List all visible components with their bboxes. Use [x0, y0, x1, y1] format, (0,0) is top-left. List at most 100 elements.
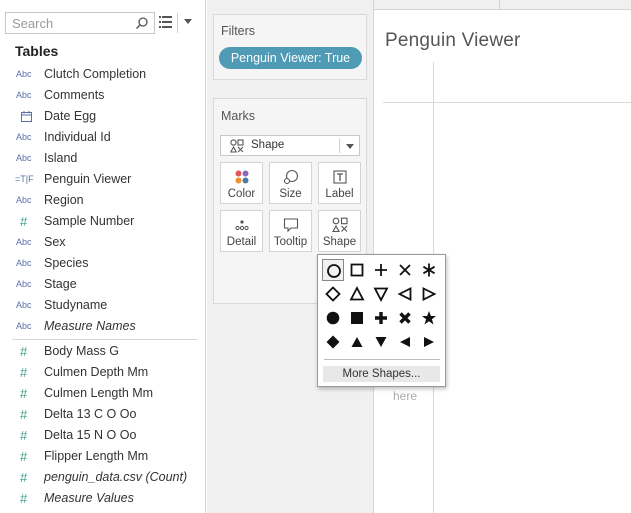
- field-item[interactable]: # Sample Number: [0, 211, 206, 232]
- field-item[interactable]: # Delta 15 N O Oo: [0, 425, 206, 446]
- string-type-icon: Abc: [16, 237, 32, 247]
- list-view-icon[interactable]: [159, 16, 172, 28]
- number-type-icon: #: [20, 407, 28, 422]
- tooltip-label: Tooltip: [273, 236, 308, 248]
- detail-icon: [235, 220, 249, 231]
- field-name: Individual Id: [44, 130, 111, 144]
- string-type-icon: Abc: [16, 69, 32, 79]
- shape-circle-filled-icon[interactable]: [322, 307, 344, 329]
- shape-triangle-right-outline-icon[interactable]: [418, 283, 440, 305]
- shape-plus-icon[interactable]: [370, 259, 392, 281]
- shape-cross-filled-icon[interactable]: [394, 307, 416, 329]
- field-item[interactable]: Abc Island: [0, 148, 206, 169]
- field-item[interactable]: Date Egg: [0, 106, 206, 127]
- filter-pill[interactable]: Penguin Viewer: True: [219, 47, 362, 69]
- sheet-title[interactable]: Penguin Viewer: [385, 30, 521, 52]
- field-name: Delta 13 C O Oo: [44, 407, 137, 421]
- field-name: Measure Names: [44, 319, 136, 333]
- search-icon[interactable]: [135, 16, 149, 30]
- search-input[interactable]: [6, 13, 126, 33]
- measures-divider: [12, 339, 198, 340]
- field-item[interactable]: # Flipper Length Mm: [0, 446, 206, 467]
- field-name: Date Egg: [44, 109, 97, 123]
- shape-diamond-outline-icon[interactable]: [322, 283, 344, 305]
- field-item[interactable]: # Delta 13 C O Oo: [0, 404, 206, 425]
- color-button[interactable]: Color: [220, 162, 263, 204]
- color-label: Color: [227, 188, 256, 200]
- shape-triangle-right-filled-icon[interactable]: [418, 331, 440, 353]
- size-label: Size: [279, 188, 302, 200]
- search-box[interactable]: [5, 12, 155, 34]
- mark-type-dropdown[interactable]: Shape: [220, 135, 360, 156]
- field-item[interactable]: Abc Region: [0, 190, 206, 211]
- shape-triangle-down-outline-icon[interactable]: [370, 283, 392, 305]
- string-type-icon: Abc: [16, 132, 32, 142]
- field-item[interactable]: # Body Mass G: [0, 341, 206, 362]
- shapes-icon: [332, 217, 348, 233]
- shape-triangle-up-filled-icon[interactable]: [346, 331, 368, 353]
- field-name: penguin_data.csv (Count): [44, 470, 188, 484]
- label-label: Label: [325, 188, 354, 200]
- field-name: Penguin Viewer: [44, 172, 132, 186]
- field-item[interactable]: Abc Sex: [0, 232, 206, 253]
- tooltip-button[interactable]: Tooltip: [269, 210, 312, 252]
- label-button[interactable]: Label: [318, 162, 361, 204]
- shape-triangle-left-outline-icon[interactable]: [394, 283, 416, 305]
- string-type-icon: Abc: [16, 153, 32, 163]
- number-type-icon: #: [20, 428, 28, 443]
- field-item[interactable]: Abc Studyname: [0, 295, 206, 316]
- shape-triangle-left-filled-icon[interactable]: [394, 331, 416, 353]
- field-item[interactable]: # penguin_data.csv (Count): [0, 467, 206, 488]
- number-type-icon: #: [20, 365, 28, 380]
- marks-title: Marks: [221, 109, 256, 123]
- boolean-type-icon: =T|F: [15, 174, 34, 184]
- shape-triangle-down-filled-icon[interactable]: [370, 331, 392, 353]
- shape-cross-icon[interactable]: [394, 259, 416, 281]
- number-type-icon: #: [20, 344, 28, 359]
- tooltip-icon: [283, 218, 299, 233]
- field-name: Region: [44, 193, 84, 207]
- shape-square-filled-icon[interactable]: [346, 307, 368, 329]
- field-name: Culmen Depth Mm: [44, 365, 149, 379]
- shape-triangle-up-outline-icon[interactable]: [346, 283, 368, 305]
- shape-star-filled-icon[interactable]: [418, 307, 440, 329]
- field-list: Abc Clutch Completion Abc Comments Date Egg A…: [0, 64, 206, 509]
- filters-card[interactable]: Filters Penguin Viewer: True: [213, 14, 367, 80]
- shape-square-outline-icon[interactable]: [346, 259, 368, 281]
- detail-button[interactable]: Detail: [220, 210, 263, 252]
- field-name: Sample Number: [44, 214, 135, 228]
- field-name: Measure Values: [44, 491, 134, 505]
- field-item[interactable]: Abc Measure Names: [0, 316, 206, 337]
- field-name: Island: [44, 151, 78, 165]
- string-type-icon: Abc: [16, 279, 32, 289]
- number-type-icon: #: [20, 449, 28, 464]
- number-type-icon: #: [20, 470, 28, 485]
- shape-button[interactable]: Shape: [318, 210, 361, 252]
- field-name: Stage: [44, 277, 77, 291]
- rows-shelf[interactable]: [374, 0, 631, 10]
- field-item[interactable]: Abc Species: [0, 253, 206, 274]
- chevron-down-icon[interactable]: [184, 19, 192, 24]
- shape-asterisk-icon[interactable]: [418, 259, 440, 281]
- field-item[interactable]: =T|F Penguin Viewer: [0, 169, 206, 190]
- field-item[interactable]: # Measure Values: [0, 488, 206, 509]
- field-item[interactable]: # Culmen Length Mm: [0, 383, 206, 404]
- field-item[interactable]: # Culmen Depth Mm: [0, 362, 206, 383]
- chevron-down-icon: [346, 144, 354, 149]
- field-name: Sex: [44, 235, 66, 249]
- shape-diamond-filled-icon[interactable]: [322, 331, 344, 353]
- shape-circle-outline-icon[interactable]: [322, 259, 344, 281]
- size-button[interactable]: Size: [269, 162, 312, 204]
- more-shapes-button[interactable]: More Shapes...: [323, 366, 440, 382]
- field-item[interactable]: Abc Individual Id: [0, 127, 206, 148]
- number-type-icon: #: [20, 491, 28, 506]
- shape-plus-filled-icon[interactable]: [370, 307, 392, 329]
- field-name: Species: [44, 256, 89, 270]
- string-type-icon: Abc: [16, 321, 32, 331]
- drop-field-hint: here: [393, 389, 418, 403]
- string-type-icon: Abc: [16, 300, 32, 310]
- string-type-icon: Abc: [16, 195, 32, 205]
- field-item[interactable]: Abc Clutch Completion: [0, 64, 206, 85]
- field-item[interactable]: Abc Stage: [0, 274, 206, 295]
- field-item[interactable]: Abc Comments: [0, 85, 206, 106]
